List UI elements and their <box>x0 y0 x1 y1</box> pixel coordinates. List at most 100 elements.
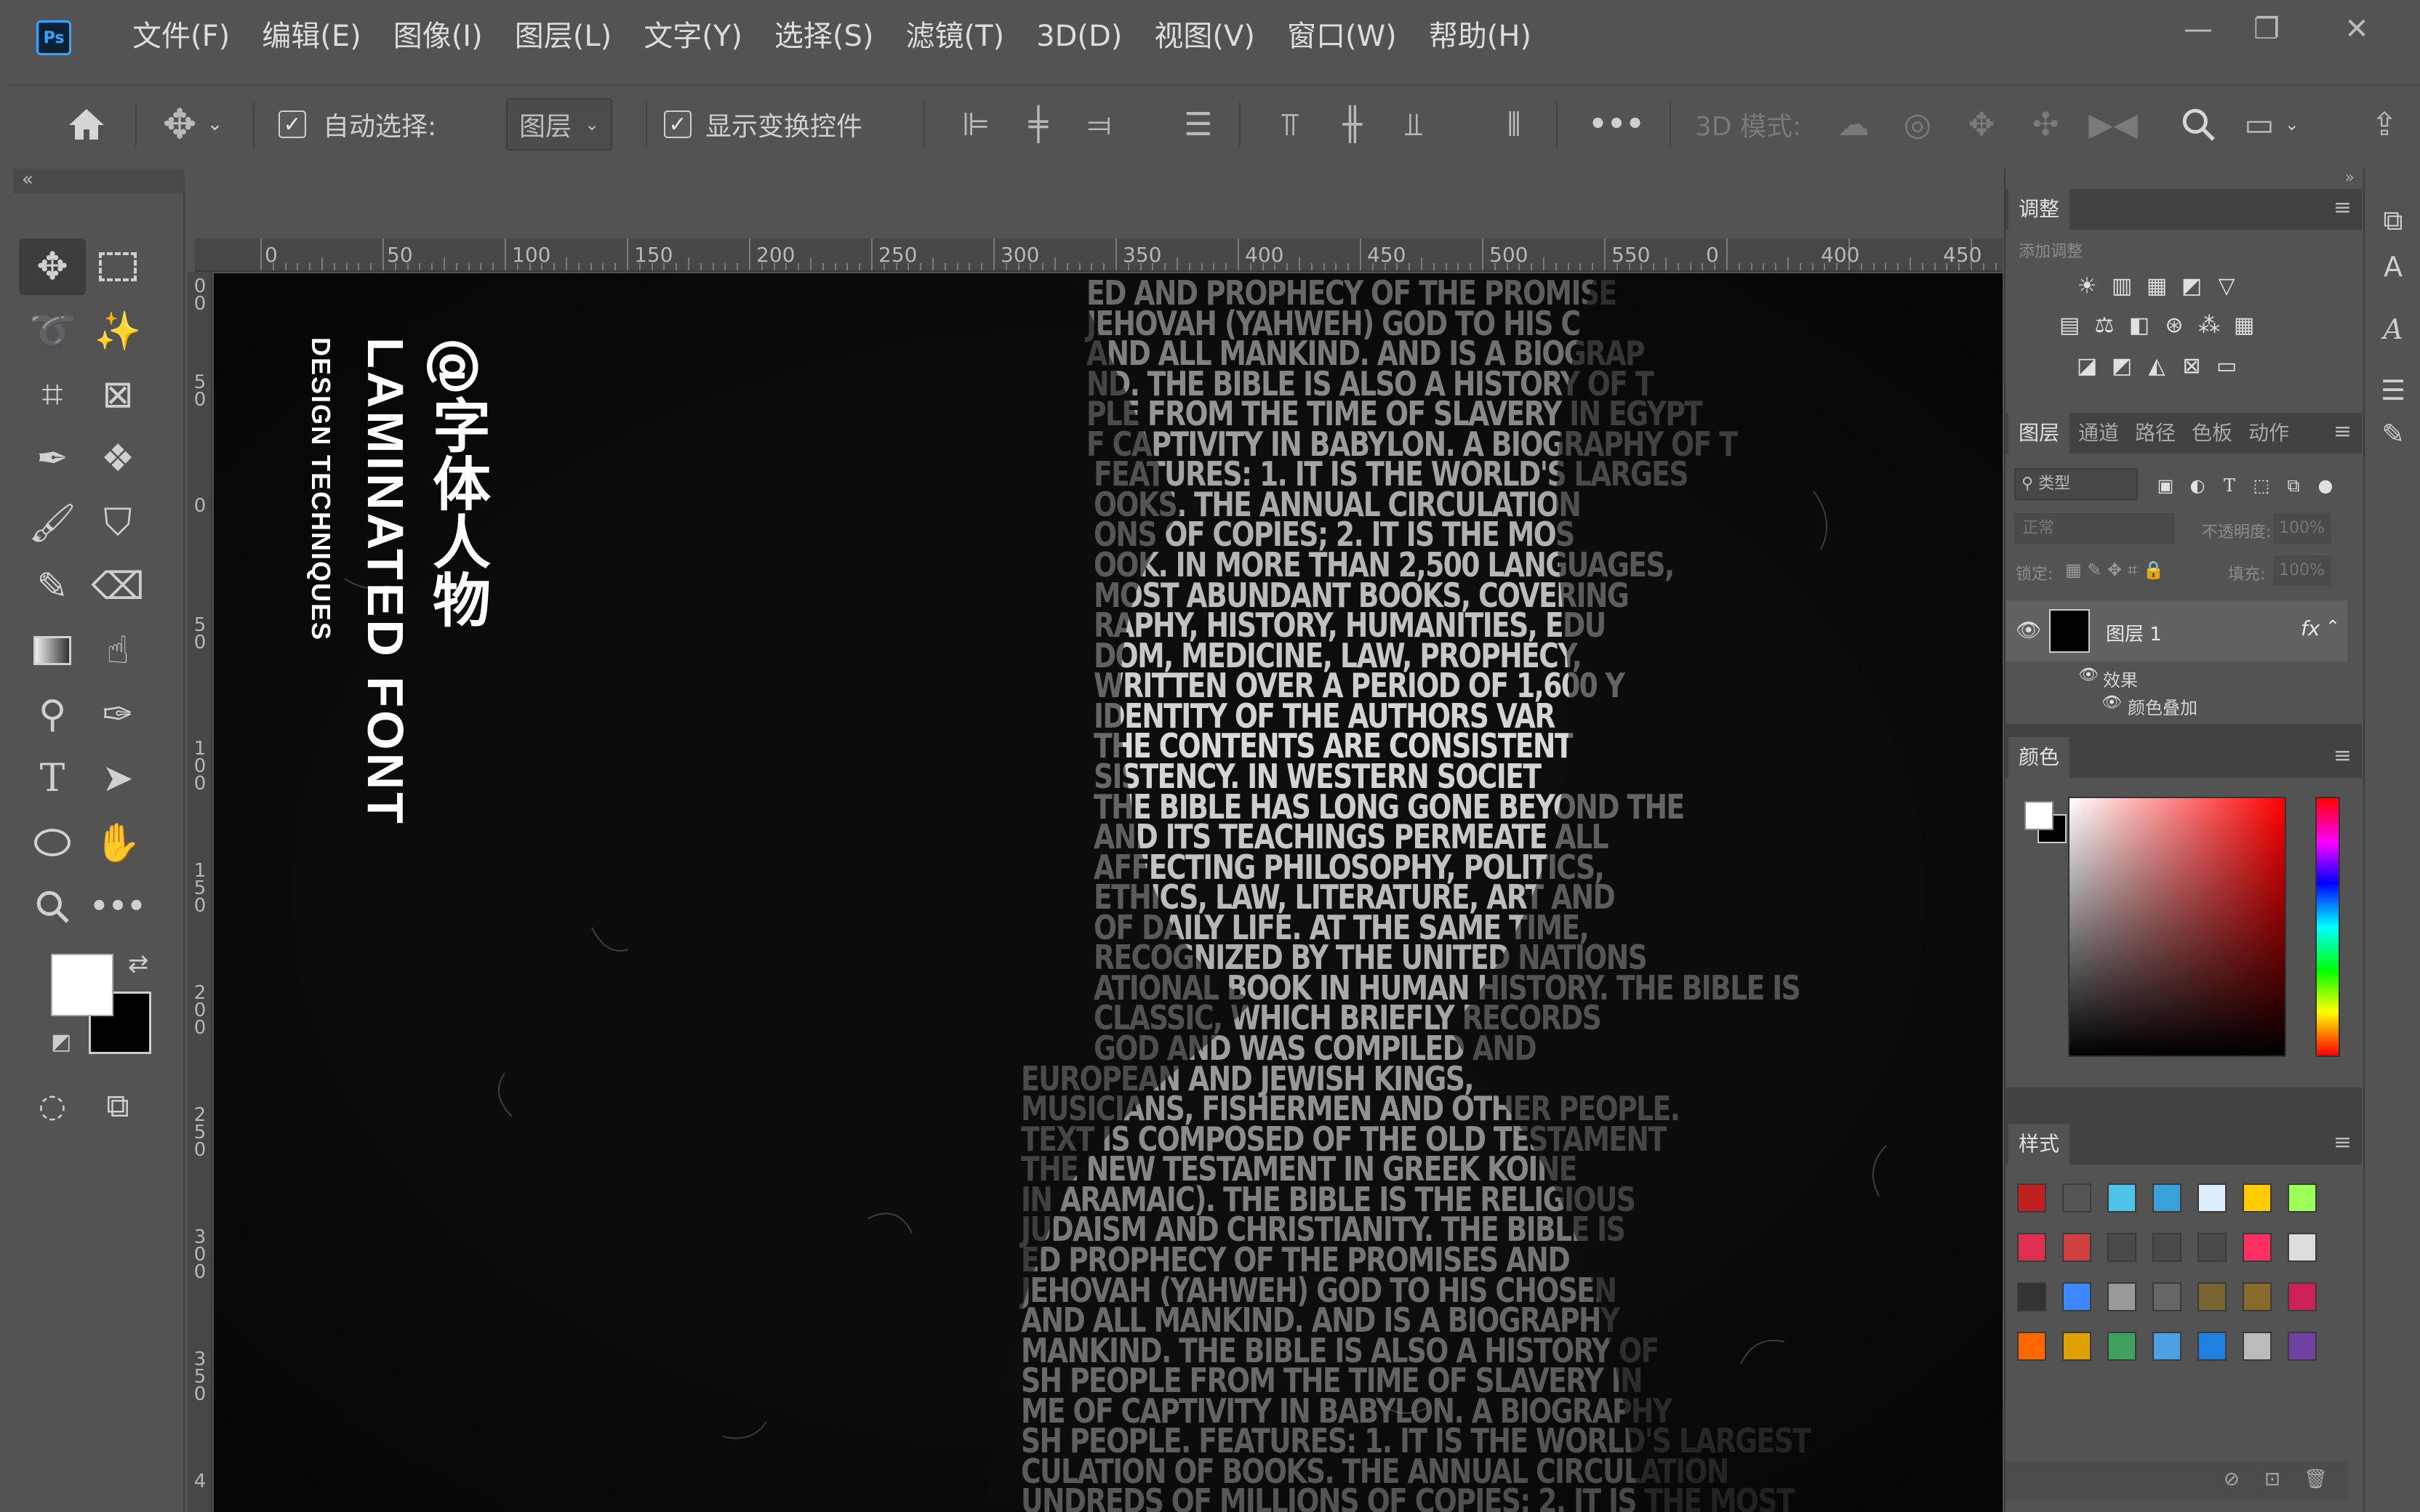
more-options-button[interactable]: ••• <box>1584 86 1649 163</box>
style-swatch[interactable] <box>2152 1183 2181 1213</box>
swap-colors-icon[interactable]: ⇄ <box>128 949 149 978</box>
curves-icon[interactable]: ▦ <box>2142 272 2171 301</box>
character-paragraph-icon[interactable]: A <box>2375 249 2411 285</box>
tab-layers[interactable]: 图层 <box>2008 413 2070 454</box>
style-swatch[interactable] <box>2107 1233 2136 1262</box>
lasso-tool-icon[interactable]: ➰ <box>19 302 86 359</box>
menu-edit[interactable]: 编辑(E) <box>246 0 377 73</box>
3d-pan-icon[interactable]: ✥ <box>1956 86 2007 163</box>
gradient-tool-icon[interactable] <box>19 622 86 679</box>
tab-styles[interactable]: 样式 <box>2008 1124 2070 1165</box>
align-hcenter-icon[interactable]: ╪ <box>1017 86 1060 163</box>
3d-orbit-icon[interactable]: ☁ <box>1828 86 1879 163</box>
filter-toggle-icon[interactable]: ● <box>2311 471 2340 500</box>
pen-tool-icon[interactable]: ✑ <box>84 686 151 743</box>
new-style-icon[interactable]: ⊡ <box>2264 1468 2280 1490</box>
hand-tool-icon[interactable]: ✋ <box>84 814 151 871</box>
effects-eye-icon[interactable]: 👁 <box>2078 666 2099 684</box>
style-swatch[interactable] <box>2243 1183 2272 1213</box>
color-balance-icon[interactable]: ⚖ <box>2090 311 2119 340</box>
stamp-tool-icon[interactable]: ⛉ <box>84 494 151 551</box>
menu-type[interactable]: 文字(Y) <box>628 0 758 73</box>
show-transform-checkbox[interactable]: ✓ <box>657 86 698 163</box>
style-swatch[interactable] <box>2017 1282 2046 1311</box>
dodge-tool-icon[interactable]: ⚲ <box>19 686 86 743</box>
photoshop-logo[interactable]: Ps <box>36 20 71 55</box>
align-right-icon[interactable]: ⫤ <box>1078 86 1121 163</box>
eyedropper-tool-icon[interactable]: ✒ <box>19 430 86 487</box>
magic-wand-tool-icon[interactable]: ✨ <box>84 302 151 359</box>
delete-style-icon[interactable]: 🗑 <box>2304 1468 2328 1490</box>
panel-menu-icon[interactable]: ≡ <box>2333 419 2352 444</box>
zoom-tool-icon[interactable] <box>19 878 86 935</box>
style-swatch[interactable] <box>2017 1233 2046 1262</box>
brush-settings-icon[interactable]: ✎ <box>2375 416 2411 452</box>
color-fg-chip[interactable] <box>2024 801 2054 830</box>
style-swatch[interactable] <box>2197 1183 2227 1213</box>
path-selection-tool-icon[interactable]: ➤ <box>84 750 151 807</box>
style-swatch[interactable] <box>2243 1282 2272 1311</box>
menu-view[interactable]: 视图(V) <box>1138 0 1271 73</box>
channel-mixer-icon[interactable]: ⁂ <box>2195 311 2224 340</box>
style-swatch[interactable] <box>2288 1282 2317 1311</box>
style-swatch[interactable] <box>2152 1233 2181 1262</box>
style-swatch[interactable] <box>2288 1332 2317 1361</box>
photo-filter-icon[interactable]: ⊛ <box>2160 311 2189 340</box>
style-swatch[interactable] <box>2062 1233 2091 1262</box>
filter-shape-icon[interactable]: ⬚ <box>2247 471 2276 500</box>
layer-row[interactable]: 👁 图层 1 fx ⌃ <box>2006 600 2347 662</box>
menu-image[interactable]: 图像(I) <box>377 0 499 73</box>
tab-color[interactable]: 颜色 <box>2008 737 2070 778</box>
smudge-tool-icon[interactable]: ☝ <box>84 622 151 679</box>
align-vcenter-icon[interactable]: ╫ <box>1331 86 1374 163</box>
tools-collapse-bar[interactable]: « <box>13 169 185 193</box>
quick-mask-icon[interactable]: ◌ <box>19 1077 86 1134</box>
more-tools-icon[interactable]: ••• <box>84 878 151 935</box>
tab-channels[interactable]: 通道 <box>2068 413 2129 454</box>
style-swatch[interactable] <box>2243 1332 2272 1361</box>
filter-smartobject-icon[interactable]: ⧉ <box>2279 471 2308 500</box>
minimize-button[interactable]: — <box>2165 7 2231 51</box>
auto-select-dropdown[interactable]: 图层 ⌄ <box>489 86 630 163</box>
default-colors-icon[interactable]: ◩ <box>51 1029 71 1055</box>
properties-icon[interactable]: ☰ <box>2375 372 2411 409</box>
dock-collapse-icon[interactable]: » <box>2345 169 2355 187</box>
menu-file[interactable]: 文件(F) <box>116 0 246 73</box>
exposure-icon[interactable]: ◩ <box>2177 272 2206 301</box>
collapse-effects-icon[interactable]: ⌃ <box>2325 616 2340 637</box>
type-tool-icon[interactable]: T <box>19 750 86 807</box>
align-top-icon[interactable]: ⫪ <box>1268 86 1312 163</box>
3d-roll-icon[interactable]: ◎ <box>1892 86 1943 163</box>
color-lookup-icon[interactable]: ▦ <box>2229 311 2259 340</box>
tab-adjustments[interactable]: 调整 <box>2008 189 2070 230</box>
style-swatch[interactable] <box>2152 1332 2181 1361</box>
brush-tool-icon[interactable]: 🖌 <box>19 494 86 551</box>
style-swatch[interactable] <box>2197 1233 2227 1262</box>
style-swatch[interactable] <box>2062 1183 2091 1213</box>
fx-badge[interactable]: fx <box>2301 616 2320 640</box>
workspace-icon[interactable]: ▭ ⌄ <box>2235 86 2308 163</box>
panel-menu-icon[interactable]: ≡ <box>2333 195 2352 220</box>
move-tool-icon[interactable]: ✥ <box>19 238 86 295</box>
effect-item-row[interactable]: 👁 颜色叠加 <box>2006 691 2347 718</box>
menu-layer[interactable]: 图层(L) <box>499 0 628 73</box>
filter-adjustment-icon[interactable]: ◐ <box>2183 471 2212 500</box>
visibility-eye-icon[interactable]: 👁 <box>2016 618 2042 642</box>
style-swatch[interactable] <box>2017 1332 2046 1361</box>
hue-saturation-icon[interactable]: ▤ <box>2055 311 2084 340</box>
tab-paths[interactable]: 路径 <box>2125 413 2186 454</box>
close-button[interactable]: ✕ <box>2324 7 2389 51</box>
fill-input[interactable]: 100% <box>2273 555 2331 586</box>
3d-material-tool-icon[interactable]: ❖ <box>84 430 151 487</box>
distribute-horizontal-icon[interactable]: ☰ <box>1177 86 1220 163</box>
layer-name[interactable]: 图层 1 <box>2106 619 2162 646</box>
style-swatch[interactable] <box>2243 1233 2272 1262</box>
3d-camera-icon[interactable]: ▶◀ <box>2084 86 2142 163</box>
selective-color-icon[interactable]: ⊠ <box>2177 352 2206 381</box>
black-white-icon[interactable]: ◧ <box>2125 311 2154 340</box>
layer-filter-dropdown[interactable]: ⚲ 类型 <box>2014 468 2138 500</box>
menu-filter[interactable]: 滤镜(T) <box>889 0 1020 73</box>
style-swatch[interactable] <box>2197 1332 2227 1361</box>
style-swatch[interactable] <box>2288 1233 2317 1262</box>
menu-3d[interactable]: 3D(D) <box>1020 0 1138 73</box>
